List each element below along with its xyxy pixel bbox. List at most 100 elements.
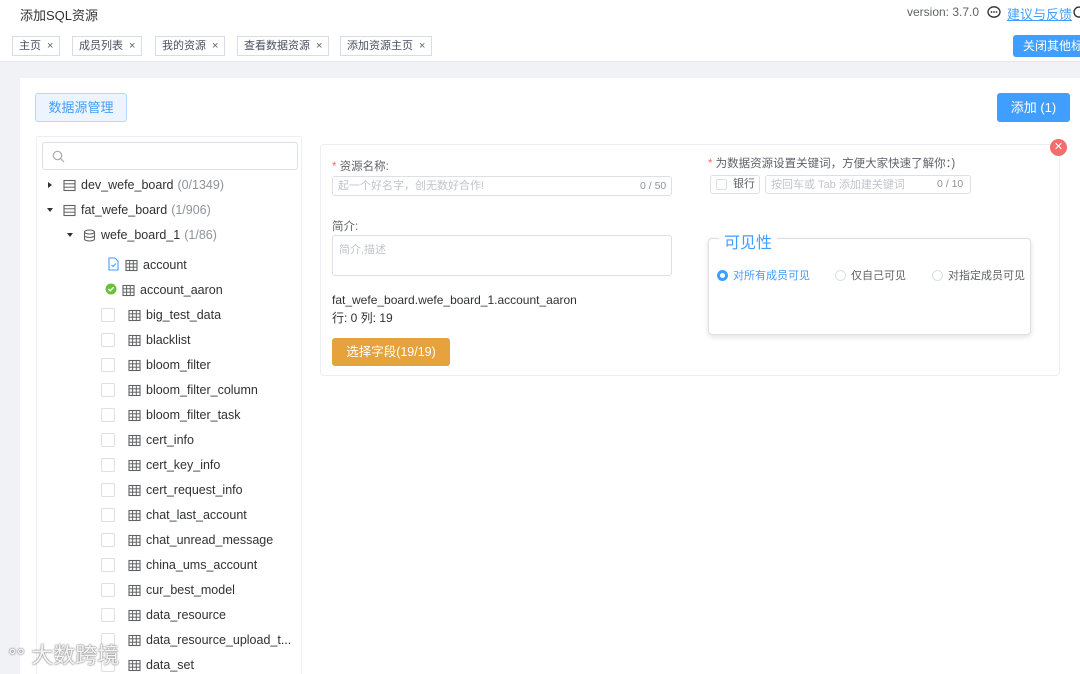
- radio-visible-all[interactable]: 对所有成员可见: [717, 267, 810, 283]
- table-name: account: [143, 258, 187, 272]
- table-row[interactable]: chat_last_account: [128, 505, 247, 525]
- table-row[interactable]: china_ums_account: [128, 555, 257, 575]
- intro-label: 简介:: [332, 221, 359, 233]
- table-row[interactable]: account: [125, 255, 187, 275]
- rows-columns-info: 行: 0 列: 19: [332, 311, 393, 325]
- tree-node-dev-wefe-board[interactable]: dev_wefe_board (0/1349): [45, 175, 224, 195]
- table-row[interactable]: bloom_filter: [128, 355, 211, 375]
- intro-textarea[interactable]: 简介,描述: [332, 235, 672, 276]
- table-name: chat_unread_message: [146, 533, 274, 547]
- table-checkbox[interactable]: [101, 358, 115, 372]
- resource-name-input[interactable]: 起一个好名字，创无数好合作!: [332, 176, 672, 196]
- table-row[interactable]: bloom_filter_task: [128, 405, 241, 425]
- table-checkbox[interactable]: [101, 408, 115, 422]
- radio-dot[interactable]: [835, 269, 846, 281]
- table-row[interactable]: cur_best_model: [128, 580, 235, 600]
- table-row[interactable]: chat_unread_message: [128, 530, 273, 550]
- table-checkbox[interactable]: [101, 333, 115, 347]
- radio-visible-self[interactable]: 仅自己可见: [835, 267, 906, 283]
- table-name: account_aaron: [140, 283, 223, 297]
- table-checkbox[interactable]: [101, 308, 115, 322]
- keyword-label: * 为数据资源设置关键词，方便大家快速了解你：): [708, 158, 956, 170]
- table-row[interactable]: data_resource: [128, 605, 226, 625]
- tag-label: 我的资源: [162, 40, 206, 52]
- table-checkbox[interactable]: [101, 508, 115, 522]
- chat-icon[interactable]: [987, 5, 1001, 19]
- tag-view-data-resource[interactable]: 查看数据资源 ×: [237, 36, 330, 56]
- table-row[interactable]: blacklist: [128, 330, 190, 350]
- table-checkbox[interactable]: [101, 533, 115, 547]
- table-checkbox[interactable]: [101, 383, 115, 397]
- tag-home[interactable]: 主页 ×: [12, 36, 61, 56]
- table-row[interactable]: big_test_data: [128, 305, 221, 325]
- close-icon[interactable]: ×: [419, 40, 425, 52]
- main-card: 数据源管理 添加 (1) dev_wefe_board (0/1349) fat_…: [20, 78, 1080, 674]
- caret-right-icon[interactable]: [45, 180, 55, 190]
- table-icon: [128, 534, 141, 546]
- database-server-icon: [63, 179, 76, 191]
- close-form-icon[interactable]: ✕: [1050, 139, 1067, 156]
- table-row[interactable]: data_resource_upload_t...: [128, 630, 291, 650]
- table-row[interactable]: cert_key_info: [128, 455, 220, 475]
- select-fields-button[interactable]: 选择字段(19/19): [332, 338, 450, 366]
- page-title: 添加SQL资源: [20, 8, 99, 23]
- tree-node-wefe-board-1[interactable]: wefe_board_1 (1/86): [65, 225, 217, 245]
- caret-down-icon[interactable]: [65, 230, 75, 240]
- close-other-tags-button[interactable]: 关闭其他标签: [1013, 35, 1080, 57]
- table-name: data_resource_upload_t...: [146, 633, 292, 647]
- table-icon: [128, 559, 141, 571]
- radio-dot[interactable]: [717, 269, 728, 281]
- table-name: cert_info: [146, 433, 194, 447]
- table-icon: [128, 334, 141, 346]
- tree-node-label: dev_wefe_board: [81, 178, 174, 192]
- table-checkbox[interactable]: [101, 608, 115, 622]
- database-icon: [83, 228, 96, 242]
- tree-search-input[interactable]: [42, 142, 298, 170]
- table-checkbox[interactable]: [101, 433, 115, 447]
- table-row[interactable]: data_set: [128, 655, 194, 674]
- caret-down-icon[interactable]: [45, 205, 55, 215]
- tag-label: 成员列表: [79, 40, 123, 52]
- datasource-tree-panel: dev_wefe_board (0/1349) fat_wefe_board (1/…: [36, 136, 302, 674]
- radio-dot[interactable]: [932, 269, 943, 281]
- table-row[interactable]: cert_info: [128, 430, 194, 450]
- tree-node-fat-wefe-board[interactable]: fat_wefe_board (1/906): [45, 200, 211, 220]
- table-checkbox[interactable]: [101, 483, 115, 497]
- table-name: cur_best_model: [146, 583, 235, 597]
- table-icon: [122, 284, 135, 296]
- table-row[interactable]: bloom_filter_column: [128, 380, 258, 400]
- table-checkbox[interactable]: [101, 458, 115, 472]
- table-row[interactable]: cert_request_info: [128, 480, 243, 500]
- table-icon: [128, 584, 141, 596]
- table-icon: [128, 359, 141, 371]
- resource-path: fat_wefe_board.wefe_board_1.account_aaro…: [332, 293, 577, 307]
- table-icon: [128, 309, 141, 321]
- page-gutter: [0, 62, 20, 674]
- table-name: china_ums_account: [146, 558, 258, 572]
- tag-member-list[interactable]: 成员列表 ×: [72, 36, 143, 56]
- table-row[interactable]: account_aaron: [122, 280, 223, 300]
- radio-visible-specified[interactable]: 对指定成员可见: [932, 267, 1025, 283]
- tag-my-resources[interactable]: 我的资源 ×: [155, 36, 226, 56]
- version-label: version: 3.7.0: [907, 5, 980, 19]
- table-name: bloom_filter: [146, 358, 211, 372]
- close-icon[interactable]: ×: [212, 40, 218, 52]
- close-icon[interactable]: ×: [316, 40, 322, 52]
- refresh-icon[interactable]: [1072, 5, 1080, 19]
- tag-label: 查看数据资源: [244, 40, 310, 52]
- checkbox[interactable]: [716, 179, 727, 190]
- keyword-tag-bank[interactable]: 银行: [710, 175, 760, 194]
- datasource-manage-button[interactable]: 数据源管理: [35, 93, 127, 122]
- table-name: cert_key_info: [146, 458, 221, 472]
- table-icon: [128, 459, 141, 471]
- close-icon[interactable]: ×: [47, 40, 53, 52]
- table-icon: [128, 484, 141, 496]
- keyword-tag-label: 银行: [733, 178, 755, 190]
- table-checkbox[interactable]: [101, 583, 115, 597]
- add-button[interactable]: 添加 (1): [997, 93, 1070, 122]
- table-checkbox[interactable]: [101, 558, 115, 572]
- tag-add-resource[interactable]: 添加资源主页 ×: [340, 36, 433, 56]
- feedback-link[interactable]: 建议与反馈: [1007, 4, 1072, 23]
- close-icon[interactable]: ×: [129, 40, 135, 52]
- tree-node-label: fat_wefe_board: [81, 203, 168, 217]
